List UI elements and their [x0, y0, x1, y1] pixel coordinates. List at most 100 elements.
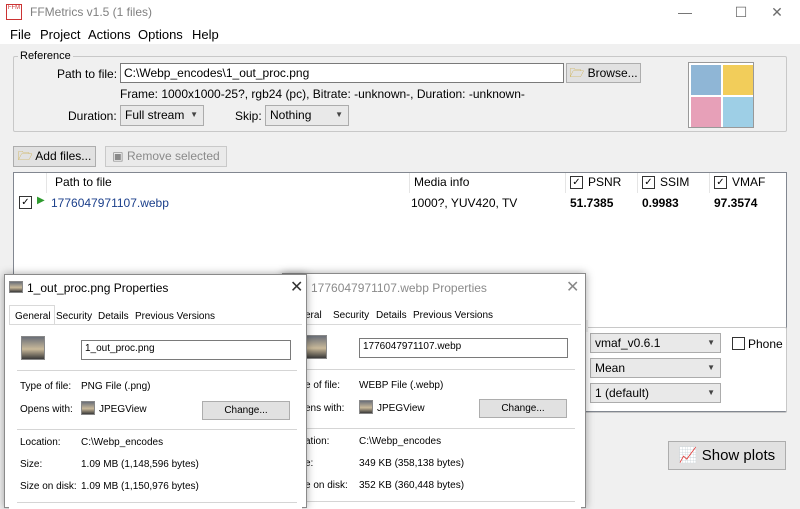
menu-options[interactable]: Options — [138, 27, 183, 42]
chevron-down-icon: ▼ — [190, 110, 198, 119]
duration-value: Full stream — [125, 108, 185, 122]
close-icon[interactable]: ✕ — [290, 277, 303, 297]
ssim-checkbox[interactable]: ✓ — [642, 176, 655, 189]
add-files-label: Add files... — [35, 149, 92, 163]
change-button[interactable]: Change... — [202, 401, 290, 420]
add-files-icon: 🗁 — [17, 149, 33, 163]
opens-label: ens with: — [305, 403, 345, 414]
remove-selected-label: Remove selected — [126, 149, 220, 163]
table-row[interactable]: ✓ ▶ 1776047971107.webp 1000?, YUV420, TV… — [14, 194, 786, 212]
jpegview-icon — [359, 400, 373, 414]
header-ssim[interactable]: SSIM — [660, 175, 689, 189]
opens-value: JPEGView — [377, 403, 425, 414]
title-bar: FFM FFMetrics v1.5 (1 files) — ☐ ✕ — [0, 0, 800, 24]
remove-icon: ▣ — [112, 149, 124, 163]
jpegview-icon — [81, 401, 95, 415]
reference-path-input[interactable]: C:\Webp_encodes\1_out_proc.png — [120, 63, 564, 83]
disk-value: 1.09 MB (1,150,976 bytes) — [81, 481, 199, 492]
row-vmaf: 97.3574 — [714, 196, 758, 210]
menu-actions[interactable]: Actions — [88, 27, 131, 42]
skip-select[interactable]: Nothing ▼ — [265, 105, 349, 126]
chevron-down-icon: ▼ — [707, 388, 715, 397]
threads-value: 1 (default) — [595, 386, 650, 400]
close-button[interactable]: ✕ — [754, 0, 800, 24]
psnr-checkbox[interactable]: ✓ — [570, 176, 583, 189]
filename-input[interactable]: 1776047971107.webp — [359, 338, 568, 358]
disk-value: 352 KB (360,448 bytes) — [359, 480, 465, 491]
folder-icon: 🗁 — [569, 66, 585, 80]
tab-security[interactable]: Security — [56, 311, 92, 322]
phone-checkbox[interactable] — [732, 337, 745, 350]
tab-details[interactable]: Details — [376, 310, 407, 321]
vmaf-checkbox[interactable]: ✓ — [714, 176, 727, 189]
tab-details[interactable]: Details — [98, 311, 129, 322]
tab-previous-versions[interactable]: Previous Versions — [413, 310, 493, 321]
header-path[interactable]: Path to file — [55, 175, 112, 189]
dialog-title: 1_out_proc.png Properties — [27, 281, 169, 295]
location-value: C:\Webp_encodes — [81, 437, 164, 448]
header-vmaf[interactable]: VMAF — [732, 175, 765, 189]
tab-previous-versions[interactable]: Previous Versions — [135, 311, 215, 322]
change-button[interactable]: Change... — [479, 399, 567, 418]
phone-label: Phone — [748, 337, 783, 351]
threads-select[interactable]: 1 (default) ▼ — [590, 383, 721, 403]
minimize-button[interactable]: — — [662, 0, 708, 24]
skip-label: Skip: — [235, 109, 262, 123]
menu-file[interactable]: File — [10, 27, 31, 42]
disk-label: e on disk: — [305, 480, 348, 491]
browse-button-label: Browse... — [587, 66, 638, 80]
row-media: 1000?, YUV420, TV — [411, 196, 518, 210]
location-label: Location: — [20, 437, 61, 448]
pooling-select[interactable]: Mean ▼ — [590, 358, 721, 378]
header-psnr[interactable]: PSNR — [588, 175, 621, 189]
opens-label: Opens with: — [20, 404, 73, 415]
chart-icon: 📈 — [678, 447, 698, 464]
file-thumbnail — [21, 336, 45, 360]
vmaf-model-value: vmaf_v0.6.1 — [595, 336, 661, 350]
show-plots-label: Show plots — [701, 447, 776, 464]
size-value: 349 KB (358,138 bytes) — [359, 458, 465, 469]
add-files-button[interactable]: 🗁 Add files... — [13, 146, 96, 167]
app-icon: FFM — [6, 4, 22, 20]
play-icon: ▶ — [37, 195, 45, 206]
chevron-down-icon: ▼ — [707, 363, 715, 372]
tab-general[interactable]: eral — [305, 310, 322, 321]
tab-security[interactable]: Security — [333, 310, 369, 321]
location-label: ation: — [305, 436, 330, 447]
duration-label: Duration: — [68, 109, 117, 123]
type-value: PNG File (.png) — [81, 381, 151, 392]
row-psnr: 51.7385 — [570, 196, 614, 210]
size-value: 1.09 MB (1,148,596 bytes) — [81, 459, 199, 470]
row-ssim: 0.9983 — [642, 196, 679, 210]
skip-value: Nothing — [270, 108, 312, 122]
opens-value: JPEGView — [99, 404, 147, 415]
tab-general[interactable]: General — [9, 305, 55, 325]
vmaf-model-select[interactable]: vmaf_v0.6.1 ▼ — [590, 333, 721, 353]
png-file-icon — [9, 281, 23, 293]
size-label: Size: — [20, 459, 43, 470]
show-plots-button[interactable]: 📈 Show plots — [668, 441, 786, 470]
file-thumbnail — [305, 335, 327, 359]
menu-help[interactable]: Help — [192, 27, 219, 42]
type-label: e of file: — [305, 380, 341, 391]
type-value: WEBP File (.webp) — [359, 380, 444, 391]
close-icon[interactable]: ✕ — [566, 277, 579, 297]
menu-project[interactable]: Project — [40, 27, 80, 42]
filename-input[interactable]: 1_out_proc.png — [81, 340, 291, 360]
reference-thumbnail — [688, 62, 754, 128]
webp-properties-dialog[interactable]: 1776047971107.webp Properties ✕ eral Sec… — [282, 273, 586, 509]
chevron-down-icon: ▼ — [707, 338, 715, 347]
remove-selected-button[interactable]: ▣ Remove selected — [105, 146, 227, 167]
frame-info: Frame: 1000x1000-25?, rgb24 (pc), Bitrat… — [120, 87, 525, 101]
window-title: FFMetrics v1.5 (1 files) — [30, 5, 153, 19]
path-label: Path to file: — [57, 67, 118, 81]
png-properties-dialog[interactable]: 1_out_proc.png Properties ✕ General Secu… — [4, 274, 307, 509]
reference-group-label: Reference — [18, 50, 73, 62]
browse-button[interactable]: 🗁 Browse... — [566, 63, 641, 83]
type-label: Type of file: — [20, 381, 72, 392]
pooling-value: Mean — [595, 361, 626, 375]
duration-select[interactable]: Full stream ▼ — [120, 105, 204, 126]
row-checkbox[interactable]: ✓ — [19, 196, 32, 209]
header-media[interactable]: Media info — [414, 175, 469, 189]
menu-bar: File Project Actions Options Help — [0, 24, 800, 44]
